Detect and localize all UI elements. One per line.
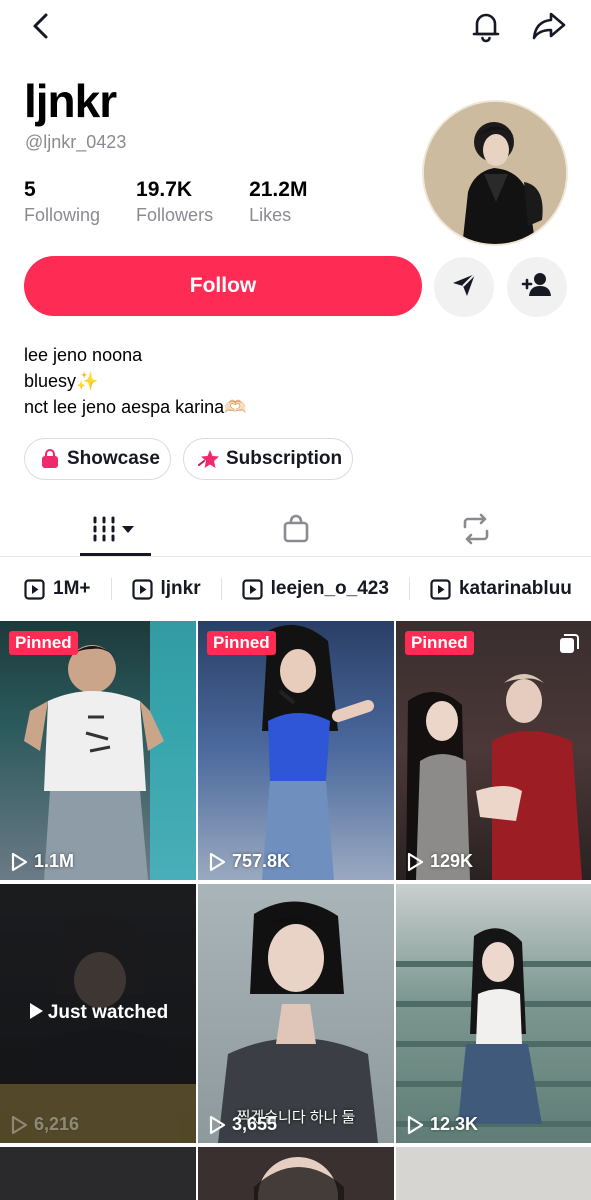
send-icon (450, 271, 478, 304)
playlist-item[interactable]: katarinabluu (430, 568, 572, 610)
view-count: 3,655 (208, 1114, 277, 1135)
view-count-value: 3,655 (232, 1114, 278, 1134)
thumbnail-image (218, 901, 378, 1143)
profile-stats: 5 Following 19.7K Followers 21.2M Likes (24, 178, 343, 228)
divider (110, 578, 112, 600)
view-count-value: 129K (430, 851, 474, 871)
playlist-label: 1M+ (53, 578, 91, 599)
view-count: 129K (406, 851, 473, 872)
playlists-row: 1M+ ljnkr leejen_o_423 katarinabluu (0, 568, 591, 610)
stat-value: 5 (24, 178, 36, 201)
stat-label: Likes (249, 205, 292, 225)
thumbnail-image (262, 624, 374, 880)
view-count-value: 1.1M (34, 851, 75, 871)
play-square-icon (242, 578, 263, 600)
shopping-bag-icon (39, 448, 61, 470)
view-count-value: 6,216 (34, 1114, 80, 1134)
stat-label: Followers (136, 205, 214, 225)
play-square-icon (131, 578, 153, 600)
play-icon (208, 852, 226, 872)
play-icon (10, 1115, 28, 1135)
just-watched-label: Just watched (47, 1002, 169, 1023)
divider (408, 578, 410, 600)
pinned-badge: Pinned (9, 631, 78, 655)
add-user-icon (521, 271, 553, 304)
view-count-value: 757.8K (232, 851, 291, 871)
profile-name: ljnkr (24, 75, 117, 127)
stat-value: 21.2M (249, 178, 308, 201)
profile-handle: @ljnkr_0423 (25, 132, 127, 152)
bell-icon[interactable] (468, 8, 504, 44)
view-count: 6,216 (10, 1114, 79, 1135)
tab-reposts[interactable] (452, 511, 500, 551)
content-tabs (0, 503, 591, 557)
showcase-label: Showcase (67, 448, 160, 469)
video-thumbnail[interactable]: 찍겠습니다 하나 둘 3,655 (198, 884, 394, 1143)
video-thumbnail[interactable]: Pinned 129K (396, 621, 591, 880)
stat-value: 19.7K (136, 178, 193, 201)
bio-line: bluesy✨ (24, 371, 99, 391)
divider (220, 578, 222, 600)
tab-videos[interactable] (80, 511, 150, 551)
playlist-item[interactable]: ljnkr (131, 568, 201, 610)
view-count-value: 12.3K (430, 1114, 479, 1134)
repost-icon (459, 513, 493, 550)
play-icon (406, 852, 424, 872)
play-icon (29, 1003, 43, 1019)
video-thumbnail[interactable]: 12.3K (396, 884, 591, 1143)
bio-line: nct lee jeno aespa karina🫶🏻 (24, 397, 247, 417)
play-square-icon (430, 578, 451, 600)
pinned-badge: Pinned (207, 631, 276, 655)
play-square-icon (24, 578, 45, 600)
stat-label: Following (24, 205, 101, 225)
stat-following[interactable]: 5 Following (24, 178, 100, 228)
view-count: 757.8K (208, 851, 290, 872)
playlist-item[interactable]: leejen_o_423 (242, 568, 389, 610)
subscription-button[interactable]: Subscription (183, 438, 353, 480)
grid-icon (91, 514, 139, 549)
thumbnail-image (24, 621, 196, 880)
thumbnail-image (396, 928, 591, 1127)
play-icon (208, 1115, 226, 1135)
video-thumbnail[interactable] (0, 1147, 196, 1200)
tab-shop[interactable] (272, 511, 320, 551)
stat-likes: 21.2M Likes (249, 178, 307, 228)
star-icon (198, 448, 220, 470)
stat-followers[interactable]: 19.7K Followers (136, 178, 213, 228)
bio-line: lee jeno noona (24, 345, 143, 365)
thumbnail-image (254, 1157, 344, 1200)
photo-carousel-icon (558, 633, 580, 660)
playlist-label: katarinabluu (458, 578, 572, 599)
video-thumbnail[interactable] (198, 1147, 394, 1200)
showcase-button[interactable]: Showcase (24, 438, 171, 480)
share-icon[interactable] (530, 8, 568, 44)
bio: lee jeno noona bluesy✨ nct lee jeno aesp… (24, 342, 247, 420)
bag-icon (280, 513, 312, 550)
video-thumbnail[interactable]: Pinned 757.8K (198, 621, 394, 880)
video-thumbnail[interactable]: Pinned 1.1M (0, 621, 196, 880)
pinned-badge: Pinned (405, 631, 474, 655)
top-bar (0, 0, 591, 56)
just-watched-overlay: Just watched (0, 1002, 196, 1024)
playlist-label: leejen_o_423 (270, 578, 389, 599)
video-thumbnail[interactable] (396, 1147, 591, 1200)
playlist-label: ljnkr (160, 578, 201, 599)
view-count: 12.3K (406, 1114, 478, 1135)
avatar[interactable] (422, 100, 568, 246)
video-thumbnail[interactable]: Just watched 6,216 (0, 884, 196, 1143)
chevron-left-icon[interactable] (26, 10, 58, 42)
play-icon (406, 1115, 424, 1135)
subscription-label: Subscription (226, 448, 343, 469)
follow-button[interactable]: Follow (24, 256, 422, 316)
play-icon (10, 852, 28, 872)
add-friend-button[interactable] (507, 257, 567, 317)
active-tab-indicator (80, 553, 151, 556)
message-button[interactable] (434, 257, 494, 317)
playlist-item[interactable]: 1M+ (24, 568, 91, 610)
view-count: 1.1M (10, 851, 74, 872)
